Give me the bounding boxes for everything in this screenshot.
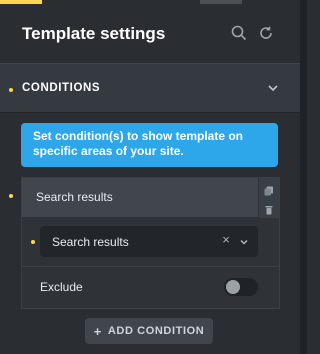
conditions-section-header[interactable]: CONDITIONS: [0, 63, 300, 113]
panel-edge: [300, 0, 307, 354]
condition-rule-row: Search results ×: [22, 218, 279, 267]
template-settings-panel: Template settings CONDITIONS Set conditi…: [0, 0, 307, 354]
exclude-row: Exclude: [22, 267, 279, 309]
top-tab-strip: [0, 0, 307, 4]
toggle-knob: [226, 280, 240, 294]
changed-indicator-dot: [9, 88, 13, 92]
condition-group-actions: [258, 178, 279, 218]
exclude-toggle[interactable]: [224, 278, 258, 296]
panel-header: Template settings: [0, 12, 300, 52]
chevron-down-icon[interactable]: [238, 235, 250, 247]
trash-icon[interactable]: [264, 202, 274, 215]
condition-group: Search results Search results × Exclude: [21, 177, 280, 309]
rule-changed-indicator-dot: [31, 240, 35, 244]
group-changed-indicator-dot: [9, 194, 13, 198]
chevron-down-icon[interactable]: [266, 81, 280, 95]
active-tab-indicator: [0, 0, 42, 4]
clear-selection-icon[interactable]: ×: [220, 233, 232, 247]
condition-rule-select[interactable]: Search results ×: [40, 226, 258, 257]
add-condition-label: ADD CONDITION: [107, 325, 205, 337]
condition-rule-value: Search results: [52, 235, 129, 249]
plus-icon: +: [93, 323, 102, 339]
condition-group-header[interactable]: Search results: [22, 178, 258, 218]
condition-group-label: Search results: [36, 190, 113, 204]
add-condition-button[interactable]: + ADD CONDITION: [85, 318, 213, 344]
copy-icon[interactable]: [264, 183, 274, 196]
inactive-tab-indicator: [200, 0, 242, 4]
exclude-label: Exclude: [40, 280, 83, 294]
conditions-title: CONDITIONS: [22, 82, 101, 94]
search-icon[interactable]: [230, 24, 248, 42]
refresh-icon[interactable]: [257, 24, 275, 42]
conditions-info-banner: Set condition(s) to show template on spe…: [21, 123, 278, 167]
panel-title: Template settings: [22, 24, 166, 43]
